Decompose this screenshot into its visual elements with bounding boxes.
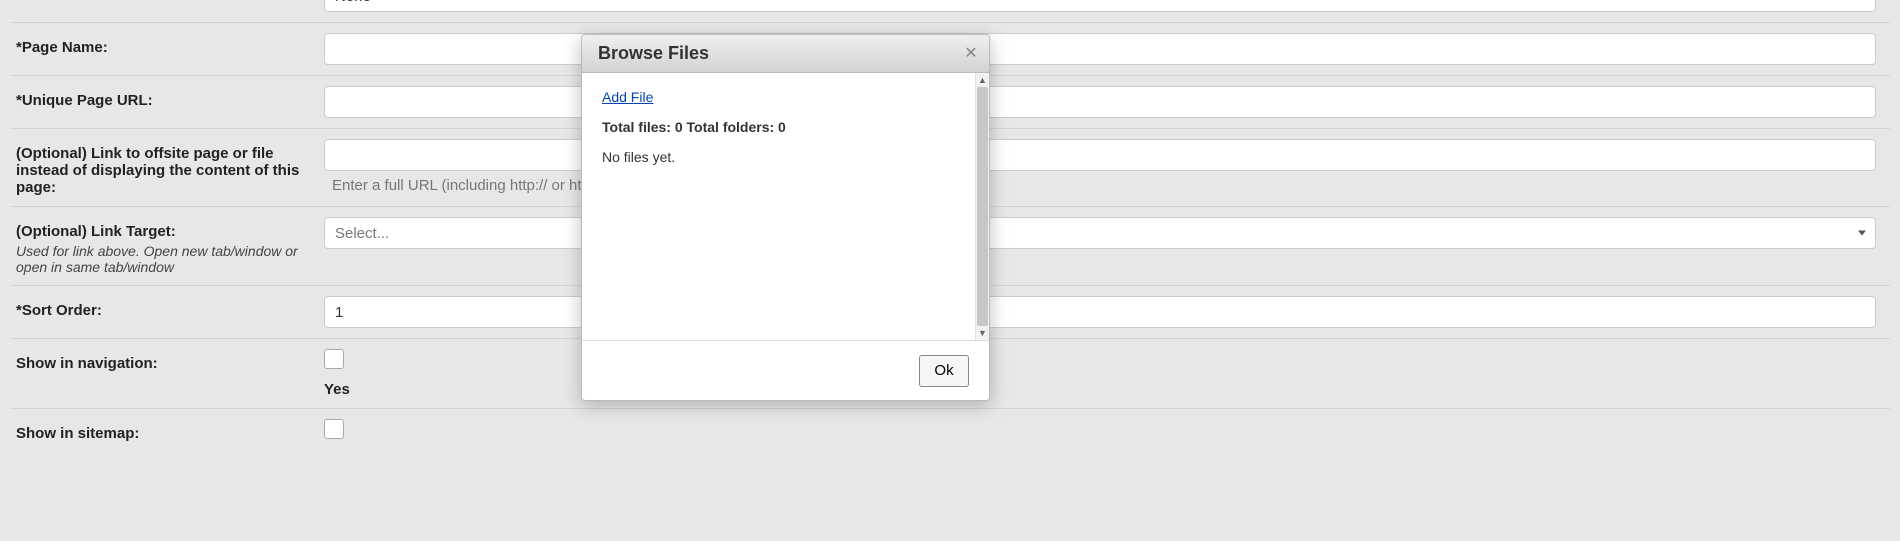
label-link-target: (Optional) Link Target: Used for link ab…: [16, 217, 324, 275]
label-page-name: *Page Name:: [16, 33, 324, 56]
show-sitemap-checkbox[interactable]: [324, 419, 344, 439]
scroll-down-icon[interactable]: ▼: [976, 326, 989, 340]
browse-files-dialog: Browse Files ✕ Add File Total files: 0 T…: [581, 34, 990, 401]
dialog-scrollbar[interactable]: ▲ ▼: [975, 73, 989, 340]
row-show-sitemap: Show in sitemap:: [10, 408, 1890, 453]
add-file-link[interactable]: Add File: [602, 89, 653, 105]
label-link-target-sub: Used for link above. Open new tab/window…: [16, 243, 324, 275]
label-show-nav: Show in navigation:: [16, 349, 324, 372]
scroll-up-icon[interactable]: ▲: [976, 73, 989, 87]
dialog-body: Add File Total files: 0 Total folders: 0…: [582, 73, 989, 340]
level3-parent-select[interactable]: None: [324, 0, 1876, 12]
close-icon[interactable]: ✕: [961, 44, 981, 64]
label-offsite-link: (Optional) Link to offsite page or file …: [16, 139, 324, 196]
empty-message: No files yet.: [602, 149, 955, 165]
link-target-select[interactable]: Select...: [324, 217, 1876, 249]
ok-button[interactable]: Ok: [919, 355, 969, 387]
offsite-link-input[interactable]: [324, 139, 1876, 171]
row-level3-parent: Level 3 Parent: None: [10, 0, 1890, 22]
unique-url-input[interactable]: [324, 86, 1876, 118]
label-link-target-main: (Optional) Link Target:: [16, 223, 176, 240]
dialog-titlebar[interactable]: Browse Files ✕: [582, 35, 989, 73]
scroll-thumb[interactable]: [977, 87, 988, 326]
sort-order-input[interactable]: [324, 296, 1876, 328]
show-nav-option: Yes: [324, 381, 1876, 398]
scroll-track[interactable]: [976, 87, 989, 326]
dialog-content: Add File Total files: 0 Total folders: 0…: [582, 73, 975, 340]
page-name-input[interactable]: [324, 33, 1876, 65]
dialog-footer: Ok: [582, 340, 989, 400]
show-nav-checkbox[interactable]: [324, 349, 344, 369]
label-unique-url: *Unique Page URL:: [16, 86, 324, 109]
label-level3-parent: Level 3 Parent:: [16, 0, 324, 3]
dialog-title: Browse Files: [598, 43, 961, 64]
file-stats: Total files: 0 Total folders: 0: [602, 119, 955, 135]
label-sort-order: *Sort Order:: [16, 296, 324, 319]
offsite-link-helper: Enter a full URL (including http:// or h…: [332, 177, 1876, 194]
label-show-sitemap: Show in sitemap:: [16, 419, 324, 442]
